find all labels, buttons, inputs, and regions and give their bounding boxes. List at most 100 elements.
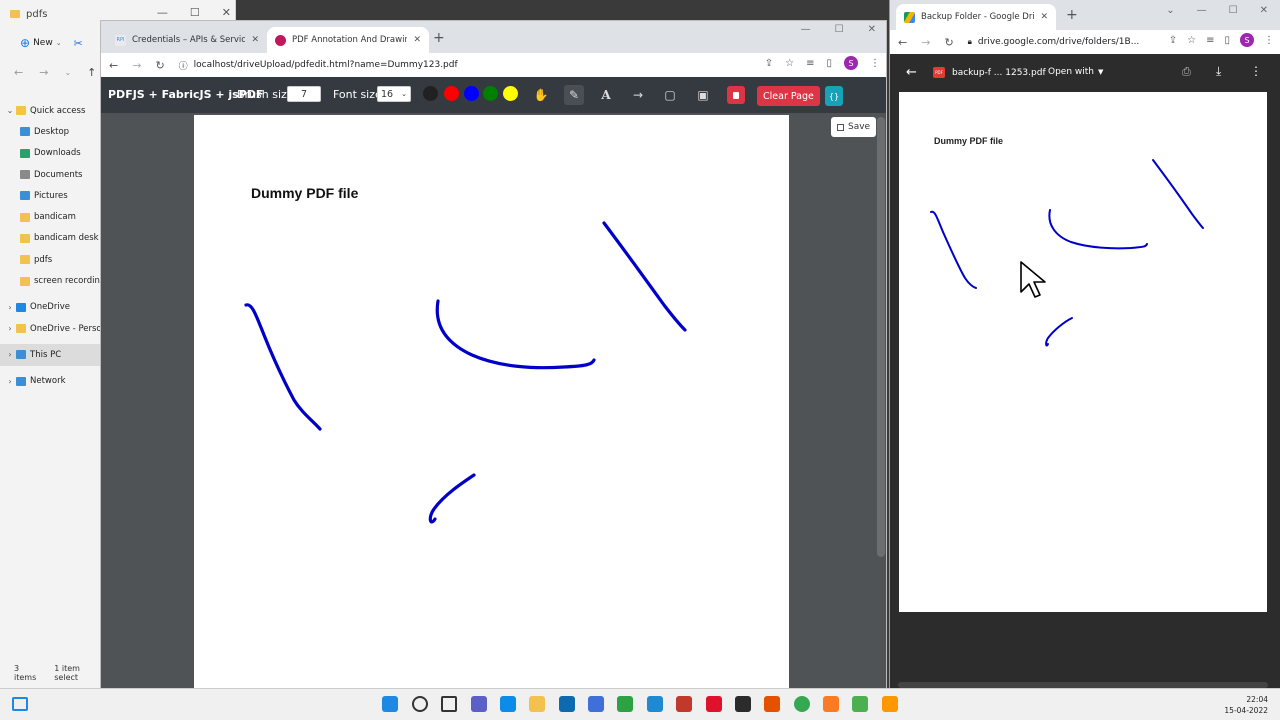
side-panel-icon[interactable]: ▯	[1224, 35, 1230, 46]
nav-item-onedrive-perso[interactable]: › OneDrive - Perso	[0, 318, 100, 339]
kebab-menu-icon[interactable]: ⋮	[1264, 35, 1274, 46]
nav-item-quick-access[interactable]: ⌄ Quick access	[0, 100, 100, 121]
back-arrow-icon[interactable]: ←	[14, 66, 23, 79]
toolbox-icon[interactable]	[676, 696, 692, 712]
chevron-down-icon[interactable]: ⌄	[64, 68, 71, 77]
back-arrow-icon[interactable]: ←	[109, 59, 118, 72]
arrow-icon[interactable]: →	[628, 85, 648, 105]
vscode-icon[interactable]	[647, 696, 663, 712]
windows-start-icon[interactable]	[382, 696, 398, 712]
chevron-icon[interactable]: ›	[4, 377, 16, 386]
new-button[interactable]: ⊕ New ⌄	[20, 36, 62, 50]
nav-item-bandicam[interactable]: bandicam	[0, 206, 100, 227]
share-icon[interactable]: ⇪	[1169, 35, 1177, 46]
clear-page-button[interactable]: Clear Page	[757, 86, 820, 106]
print-icon[interactable]: ⎙	[1182, 65, 1191, 79]
export-json-button[interactable]: {}	[825, 86, 843, 106]
maximize-icon[interactable]: ☐	[190, 6, 200, 19]
mail-icon[interactable]	[559, 696, 575, 712]
color-swatch-red[interactable]	[444, 86, 459, 101]
close-tab-icon[interactable]: ✕	[251, 35, 259, 45]
color-swatch-black[interactable]	[423, 86, 438, 101]
color-swatch-green[interactable]	[483, 86, 498, 101]
back-arrow-icon[interactable]: ←	[898, 36, 907, 49]
close-icon[interactable]: ✕	[868, 24, 876, 35]
more-options-icon[interactable]: ⋮	[1250, 64, 1262, 78]
nav-item-downloads[interactable]: Downloads	[0, 143, 100, 164]
nav-item-bandicam-desk[interactable]: bandicam desk	[0, 228, 100, 249]
forward-arrow-icon[interactable]: →	[39, 66, 48, 79]
delete-button[interactable]	[727, 86, 745, 104]
chevron-icon[interactable]: ⌄	[4, 106, 16, 115]
bookmark-star-icon[interactable]: ☆	[1187, 35, 1196, 46]
url-field[interactable]: ⓘ localhost/driveUpload/pdfedit.html?nam…	[179, 59, 458, 72]
annotation-stroke[interactable]	[428, 473, 476, 524]
chevron-icon[interactable]: ›	[4, 350, 16, 359]
close-icon[interactable]: ✕	[1260, 5, 1268, 16]
affinity-icon[interactable]	[588, 696, 604, 712]
close-tab-icon[interactable]: ✕	[413, 35, 421, 45]
kebab-menu-icon[interactable]: ⋮	[870, 58, 880, 69]
forward-arrow-icon[interactable]: →	[921, 36, 930, 49]
drive-url-field[interactable]: 🔒︎ drive.google.com/drive/folders/1B...	[968, 37, 1140, 47]
chevron-icon[interactable]: ›	[4, 324, 16, 333]
share-icon[interactable]: ⇪	[765, 58, 773, 69]
notepad-icon[interactable]	[852, 696, 868, 712]
tab-pdf-annotation[interactable]: PDF Annotation And Drawing M ✕	[267, 27, 429, 53]
minimize-icon[interactable]: —	[801, 24, 811, 35]
reload-icon[interactable]: ↻	[155, 59, 164, 72]
edge-icon[interactable]	[500, 696, 516, 712]
up-arrow-icon[interactable]: ↑	[87, 66, 96, 79]
nav-item-pdfs[interactable]: pdfs	[0, 249, 100, 270]
nav-item-documents[interactable]: Documents	[0, 164, 100, 185]
avatar[interactable]: S	[1240, 33, 1254, 47]
opera-icon[interactable]	[706, 696, 722, 712]
close-tab-icon[interactable]: ✕	[1040, 12, 1048, 22]
text-icon[interactable]: A	[596, 85, 616, 105]
file-explorer-icon[interactable]	[529, 696, 545, 712]
maximize-icon[interactable]: ☐	[835, 24, 844, 35]
obs-icon[interactable]	[735, 696, 751, 712]
side-panel-icon[interactable]: ▯	[826, 58, 832, 69]
annotation-stroke[interactable]	[435, 299, 596, 370]
brush-size-input[interactable]: 7	[287, 86, 321, 102]
image-icon[interactable]: ▣	[693, 85, 713, 105]
nav-item-network[interactable]: › Network	[0, 371, 100, 392]
search-icon[interactable]	[412, 696, 428, 712]
reload-icon[interactable]: ↻	[944, 36, 953, 49]
chevron-down-icon[interactable]: ⌄	[1166, 5, 1174, 16]
hand-icon[interactable]: ✋	[531, 85, 551, 105]
cut-icon[interactable]: ✂	[74, 37, 83, 50]
chrome-icon[interactable]	[794, 696, 810, 712]
system-clock[interactable]: 22:04 15-04-2022	[1224, 694, 1268, 716]
snipping-icon[interactable]	[764, 696, 780, 712]
font-size-select[interactable]: 16 ⌄	[377, 86, 411, 102]
teams-icon[interactable]	[471, 696, 487, 712]
reading-list-icon[interactable]: ≡	[806, 58, 814, 69]
annotation-stroke[interactable]	[244, 303, 322, 431]
forward-arrow-icon[interactable]: →	[132, 59, 141, 72]
minimize-icon[interactable]: —	[1197, 5, 1207, 16]
nav-item-onedrive[interactable]: › OneDrive	[0, 297, 100, 318]
pencil-icon[interactable]: ✎	[564, 85, 584, 105]
tab-backup-folder[interactable]: Backup Folder - Google Drive ✕	[896, 4, 1056, 30]
nav-item-pictures[interactable]: Pictures	[0, 185, 100, 206]
new-tab-icon[interactable]: +	[1066, 7, 1078, 23]
sublime-icon[interactable]	[882, 696, 898, 712]
minimize-icon[interactable]: —	[157, 6, 168, 19]
vertical-scrollbar[interactable]	[877, 117, 885, 557]
xampp-icon[interactable]	[823, 696, 839, 712]
xbox-icon[interactable]	[617, 696, 633, 712]
tab-credentials[interactable]: RPI Credentials – APIs & Services – p ✕	[107, 27, 267, 53]
annotation-stroke[interactable]	[602, 221, 687, 332]
task-view-icon[interactable]	[441, 696, 457, 712]
maximize-icon[interactable]: ☐	[1229, 5, 1238, 16]
chevron-icon[interactable]: ›	[4, 303, 16, 312]
color-swatch-yellow[interactable]	[503, 86, 518, 101]
bookmark-star-icon[interactable]: ☆	[785, 58, 794, 69]
close-icon[interactable]: ✕	[222, 6, 231, 19]
nav-item-screen-recordin[interactable]: screen recordin	[0, 270, 100, 291]
reading-list-icon[interactable]: ≡	[1206, 35, 1214, 46]
nav-item-this-pc[interactable]: › This PC	[0, 344, 100, 366]
avatar[interactable]: S	[844, 56, 858, 70]
